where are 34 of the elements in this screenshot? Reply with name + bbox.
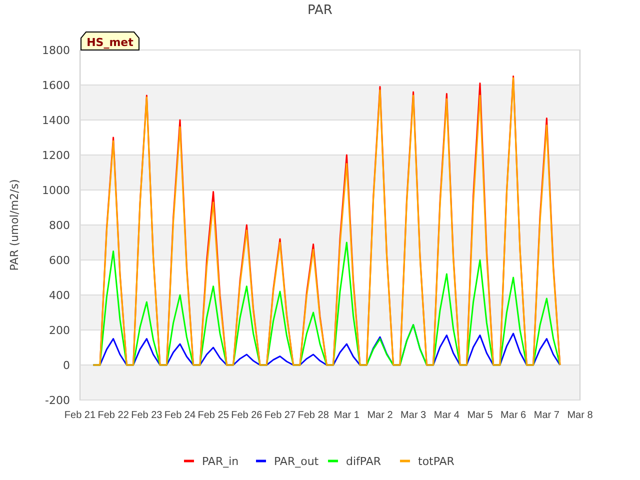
- badge: HS_met: [80, 32, 140, 50]
- x-tick-label: Mar 3: [400, 410, 426, 421]
- x-tick-label: Feb 23: [131, 410, 162, 421]
- y-axis-label: PAR (umol/m2/s): [8, 179, 21, 271]
- legend-label: difPAR: [346, 455, 382, 468]
- x-tick-label: Mar 4: [434, 410, 460, 421]
- legend-label: PAR_in: [202, 455, 239, 468]
- x-tick-label: Mar 5: [467, 410, 493, 421]
- x-tick-label: Mar 1: [334, 410, 360, 421]
- y-tick-label: 1400: [42, 114, 70, 127]
- x-tick-label: Mar 6: [500, 410, 526, 421]
- chart-title: PAR: [308, 3, 332, 18]
- legend-label: totPAR: [418, 455, 454, 468]
- y-tick-label: 200: [49, 324, 70, 337]
- x-tick-label: Feb 24: [164, 410, 196, 421]
- x-tick-label: Mar 8: [567, 410, 593, 421]
- y-tick-label: 1600: [42, 79, 70, 92]
- x-tick-label: Feb 21: [64, 410, 96, 421]
- y-tick-label: -200: [45, 394, 70, 407]
- x-tick-label: Mar 2: [367, 410, 393, 421]
- y-tick-label: 800: [49, 219, 70, 232]
- x-tick-label: Mar 7: [534, 410, 560, 421]
- x-tick-label: Feb 22: [98, 410, 129, 421]
- y-tick-label: 1000: [42, 184, 70, 197]
- y-tick-label: 0: [63, 359, 70, 372]
- legend-label: PAR_out: [274, 455, 319, 468]
- x-tick-label: Feb 27: [264, 410, 296, 421]
- x-tick-label: Feb 25: [198, 410, 229, 421]
- x-tick-label: Feb 26: [231, 410, 262, 421]
- x-tick-label: Feb 28: [298, 410, 329, 421]
- y-tick-label: 1800: [42, 44, 70, 57]
- y-tick-label: 600: [49, 254, 70, 267]
- y-tick-label: 400: [49, 289, 70, 302]
- y-tick-label: 1200: [42, 149, 70, 162]
